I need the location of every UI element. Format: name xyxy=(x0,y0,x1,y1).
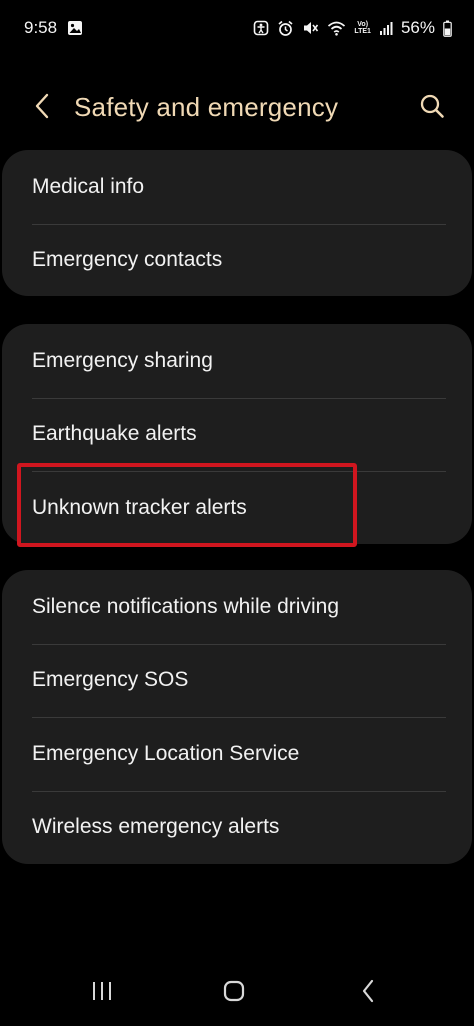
search-icon xyxy=(419,93,445,124)
list-item-label: Emergency contacts xyxy=(32,248,223,272)
system-back-button[interactable] xyxy=(348,978,388,1008)
list-item-label: Earthquake alerts xyxy=(32,422,197,446)
settings-group-contacts: Medical info Emergency contacts xyxy=(2,150,472,296)
volte-top-label: Vo) xyxy=(357,21,369,28)
status-bar: 9:58 Vo) LTE1 56% xyxy=(0,0,474,56)
navigation-bar xyxy=(0,964,474,1026)
chevron-left-icon xyxy=(34,93,50,124)
battery-icon xyxy=(443,20,452,37)
list-item-label: Medical info xyxy=(32,174,145,198)
home-icon xyxy=(222,979,246,1008)
home-button[interactable] xyxy=(214,978,254,1008)
list-item-emergency-location-service[interactable]: Emergency Location Service xyxy=(2,717,472,791)
page-title: Safety and emergency xyxy=(74,92,339,122)
signal-icon xyxy=(379,21,393,36)
list-item-label: Unknown tracker alerts xyxy=(32,495,247,519)
status-left: 9:58 xyxy=(24,18,83,38)
list-item-earthquake-alerts[interactable]: Earthquake alerts xyxy=(2,397,472,472)
back-icon xyxy=(360,979,376,1008)
list-item-unknown-tracker-alerts[interactable]: Unknown tracker alerts xyxy=(2,471,472,544)
screen: 9:58 Vo) LTE1 56% Safety and emergency M… xyxy=(0,0,474,1026)
status-right: Vo) LTE1 56% xyxy=(253,18,452,38)
back-button[interactable] xyxy=(26,90,58,126)
status-time: 9:58 xyxy=(24,18,58,37)
list-item-emergency-contacts[interactable]: Emergency contacts xyxy=(2,223,472,297)
list-item-label: Emergency SOS xyxy=(32,668,189,692)
list-item-label: Emergency Location Service xyxy=(32,741,300,765)
volte-bottom-label: LTE1 xyxy=(354,28,371,35)
search-button[interactable] xyxy=(414,90,450,126)
list-item-label: Silence notifications while driving xyxy=(32,594,339,618)
recent-apps-button[interactable] xyxy=(82,978,122,1008)
wifi-icon xyxy=(327,20,346,36)
list-item-label: Wireless emergency alerts xyxy=(32,815,280,839)
list-item-silence-notifications-driving[interactable]: Silence notifications while driving xyxy=(2,570,472,644)
settings-group-alerts: Emergency sharing Earthquake alerts Unkn… xyxy=(2,324,472,544)
mute-icon xyxy=(302,20,319,36)
list-item-wireless-emergency-alerts[interactable]: Wireless emergency alerts xyxy=(2,790,472,865)
list-item-medical-info[interactable]: Medical info xyxy=(2,150,472,224)
alarm-icon xyxy=(277,20,294,37)
list-item-emergency-sos[interactable]: Emergency SOS xyxy=(2,643,472,718)
recent-apps-icon xyxy=(90,980,114,1007)
battery-percent: 56% xyxy=(400,18,435,37)
accessibility-icon xyxy=(253,20,269,36)
gallery-icon xyxy=(67,20,83,36)
list-item-emergency-sharing[interactable]: Emergency sharing xyxy=(2,324,472,398)
list-item-label: Emergency sharing xyxy=(32,348,213,372)
header: Safety and emergency xyxy=(0,76,474,140)
volte-icon: Vo) LTE1 xyxy=(354,21,371,35)
settings-group-emergency: Silence notifications while driving Emer… xyxy=(2,570,472,864)
